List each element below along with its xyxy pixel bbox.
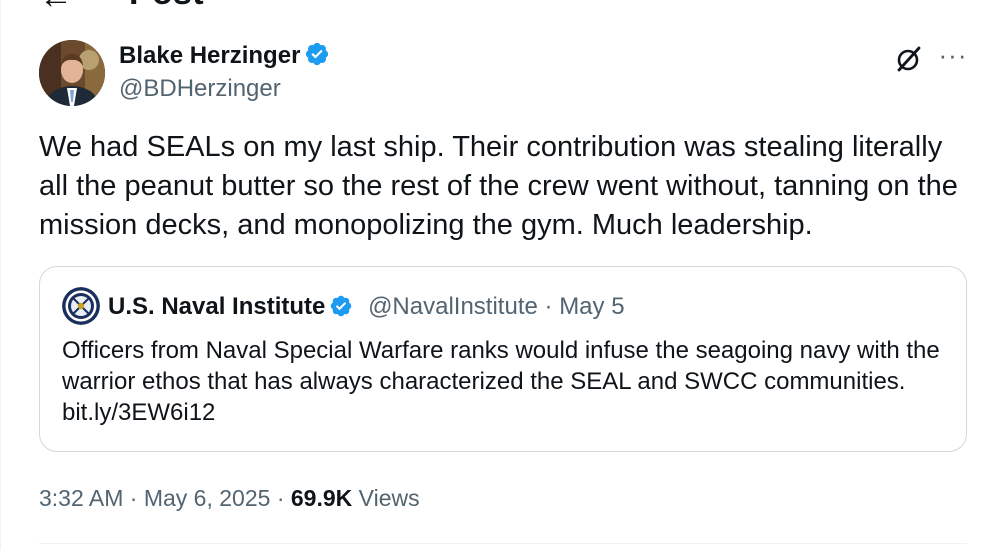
views-count[interactable]: 69.9K xyxy=(291,485,352,511)
quote-avatar[interactable] xyxy=(62,287,100,325)
page-title: Post xyxy=(129,0,204,10)
user-avatar-image xyxy=(39,40,105,106)
quoted-post-card[interactable]: U.S. Naval Institute @NavalInstitute · M… xyxy=(39,266,967,452)
quote-header: U.S. Naval Institute @NavalInstitute · M… xyxy=(108,291,625,327)
divider xyxy=(39,543,967,544)
arrow-left-icon[interactable]: ← xyxy=(39,0,73,14)
post-time[interactable]: 3:32 AM xyxy=(39,485,123,511)
views-label: Views xyxy=(358,485,420,511)
quote-author-name[interactable]: U.S. Naval Institute xyxy=(108,293,325,320)
meta-separator: · xyxy=(276,485,285,511)
quote-separator: · xyxy=(544,293,553,320)
post-meta: 3:32 AM · May 6, 2025 · 69.9K Views xyxy=(39,482,420,514)
author-handle[interactable]: @BDHerzinger xyxy=(119,73,281,105)
avatar[interactable] xyxy=(39,40,105,106)
verified-badge-icon[interactable] xyxy=(304,41,330,76)
post-date[interactable]: May 6, 2025 xyxy=(144,485,271,511)
post-view: ← Post Blake Herzinger @BDHerzinger ··· … xyxy=(0,0,1000,550)
verified-badge-icon[interactable] xyxy=(329,294,353,327)
author-name[interactable]: Blake Herzinger xyxy=(119,40,330,76)
meta-separator: · xyxy=(129,485,138,511)
author-name-text: Blake Herzinger xyxy=(119,42,301,69)
quote-date[interactable]: May 5 xyxy=(559,293,624,320)
grok-icon[interactable] xyxy=(894,44,924,74)
naval-institute-seal-icon xyxy=(62,287,100,325)
page-header: ← Post xyxy=(1,0,1000,14)
post-text: We had SEALs on my last ship. Their cont… xyxy=(39,131,958,241)
more-options-icon[interactable]: ··· xyxy=(936,42,970,72)
quote-author-handle[interactable]: @NavalInstitute xyxy=(368,293,538,320)
quote-text: Officers from Naval Special Warfare rank… xyxy=(62,337,940,426)
